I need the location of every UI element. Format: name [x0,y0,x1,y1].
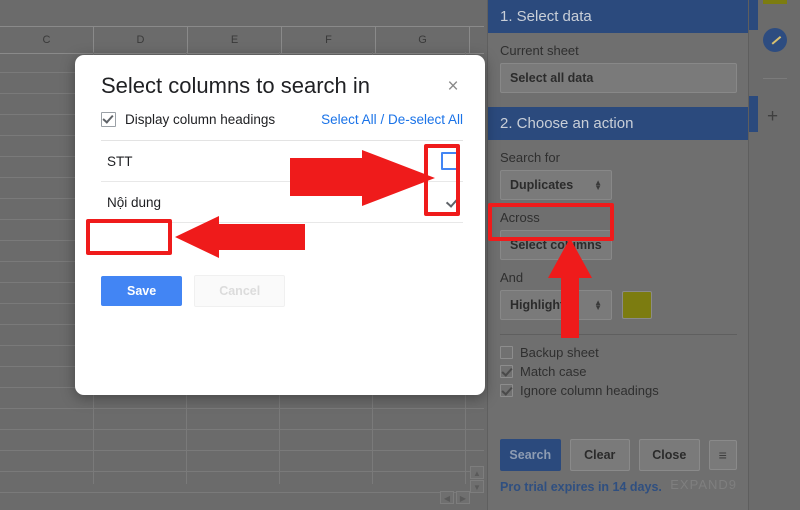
annotation-arrow-to-select-columns [548,238,592,338]
checkbox-icon[interactable] [500,384,513,397]
display-column-headings-checkbox[interactable] [101,112,116,127]
search-for-select[interactable]: Duplicates ▲ ▼ [500,170,612,200]
hamburger-menu-icon[interactable]: ≡ [708,440,737,470]
rail-accent-bar [763,0,787,4]
sidebar-divider [500,334,737,335]
clear-button[interactable]: Clear [569,439,631,471]
search-for-label: Search for [500,150,560,165]
checkbox-icon[interactable] [500,346,513,359]
check-circle-icon[interactable] [763,28,787,52]
deselect-all-link[interactable]: De-select All [388,112,463,127]
and-row: Highlight ▲ ▼ [500,290,737,320]
column-header-f[interactable]: F [282,27,376,53]
addon-sidebar: 1. Select data Current sheet Select all … [487,0,749,510]
search-button[interactable]: Search [500,439,561,471]
dialog-title: Select columns to search in [101,73,371,98]
right-rail: + [748,0,800,510]
save-button[interactable]: Save [101,276,183,306]
rail-blue-marker-top [749,0,758,30]
option-match-case[interactable]: Match case [500,364,737,379]
column-header-strip: C D E F G [0,26,523,54]
close-icon[interactable]: × [443,77,463,97]
add-icon[interactable]: + [767,107,778,126]
rail-blue-marker-mid [749,96,758,132]
column-header-d[interactable]: D [94,27,188,53]
options-group: Backup sheet Match case Ignore column he… [500,345,737,398]
sidebar-section-select-data: 1. Select data [488,0,749,33]
annotation-arrow-to-checkboxes [290,150,435,206]
highlight-color-swatch[interactable] [622,291,652,319]
annotation-arrow-to-save [175,216,305,258]
column-header-e[interactable]: E [188,27,282,53]
sheet-top-strip [0,0,484,27]
vertical-scroll-down-button[interactable]: ▼ [470,480,484,493]
option-ignore-column-headings[interactable]: Ignore column headings [500,383,737,398]
current-sheet-label: Current sheet [500,43,579,58]
column-header-c[interactable]: C [0,27,94,53]
link-separator: / [380,112,385,127]
rail-divider [763,78,787,79]
option-label: Match case [520,364,587,379]
spinner-arrows-icon: ▲ ▼ [594,298,602,312]
choose-action-body: Search for Duplicates ▲ ▼ Across Select c… [488,150,749,398]
search-for-value: Duplicates [510,178,574,192]
addon-brand-logo: EXPAND9 [670,477,737,492]
option-backup-sheet[interactable]: Backup sheet [500,345,737,360]
close-button[interactable]: Close [639,439,700,471]
display-column-headings-label: Display column headings [125,112,276,127]
horizontal-scroll-right-button[interactable]: ▶ [456,491,470,504]
dialog-subheader-row: Display column headings Select All / De-… [101,112,463,127]
cancel-button[interactable]: Cancel [194,275,286,307]
option-label: Ignore column headings [520,383,659,398]
annotation-box-select-columns [488,203,614,241]
sidebar-button-row: Search Clear Close ≡ [500,439,737,471]
select-data-body: Current sheet Select all data [488,43,749,93]
option-label: Backup sheet [520,345,599,360]
select-all-data-button[interactable]: Select all data [500,63,737,93]
sidebar-section-choose-action: 2. Choose an action [488,107,749,140]
column-header-g[interactable]: G [376,27,470,53]
spinner-arrows-icon: ▲ ▼ [594,178,602,192]
dialog-action-row: Save Cancel [101,275,286,307]
select-all-link[interactable]: Select All [321,112,377,127]
horizontal-scroll-left-button[interactable]: ◀ [440,491,454,504]
and-label: And [500,270,524,285]
select-links: Select All / De-select All [321,112,463,127]
vertical-scroll-up-button[interactable]: ▲ [470,466,484,479]
annotation-box-save-button [86,219,172,255]
checkbox-icon[interactable] [500,365,513,378]
